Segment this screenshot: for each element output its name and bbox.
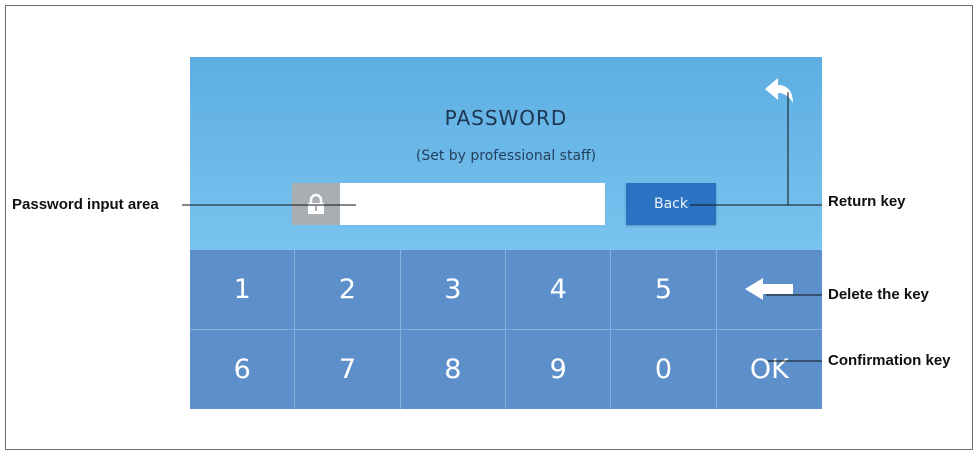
callout-delete-key: Delete the key	[828, 286, 929, 303]
callout-password-input-area: Password input area	[12, 196, 159, 213]
callout-confirmation-key: Confirmation key	[828, 352, 951, 369]
callout-return-key: Return key	[828, 193, 906, 210]
callout-leader-lines	[182, 92, 822, 362]
